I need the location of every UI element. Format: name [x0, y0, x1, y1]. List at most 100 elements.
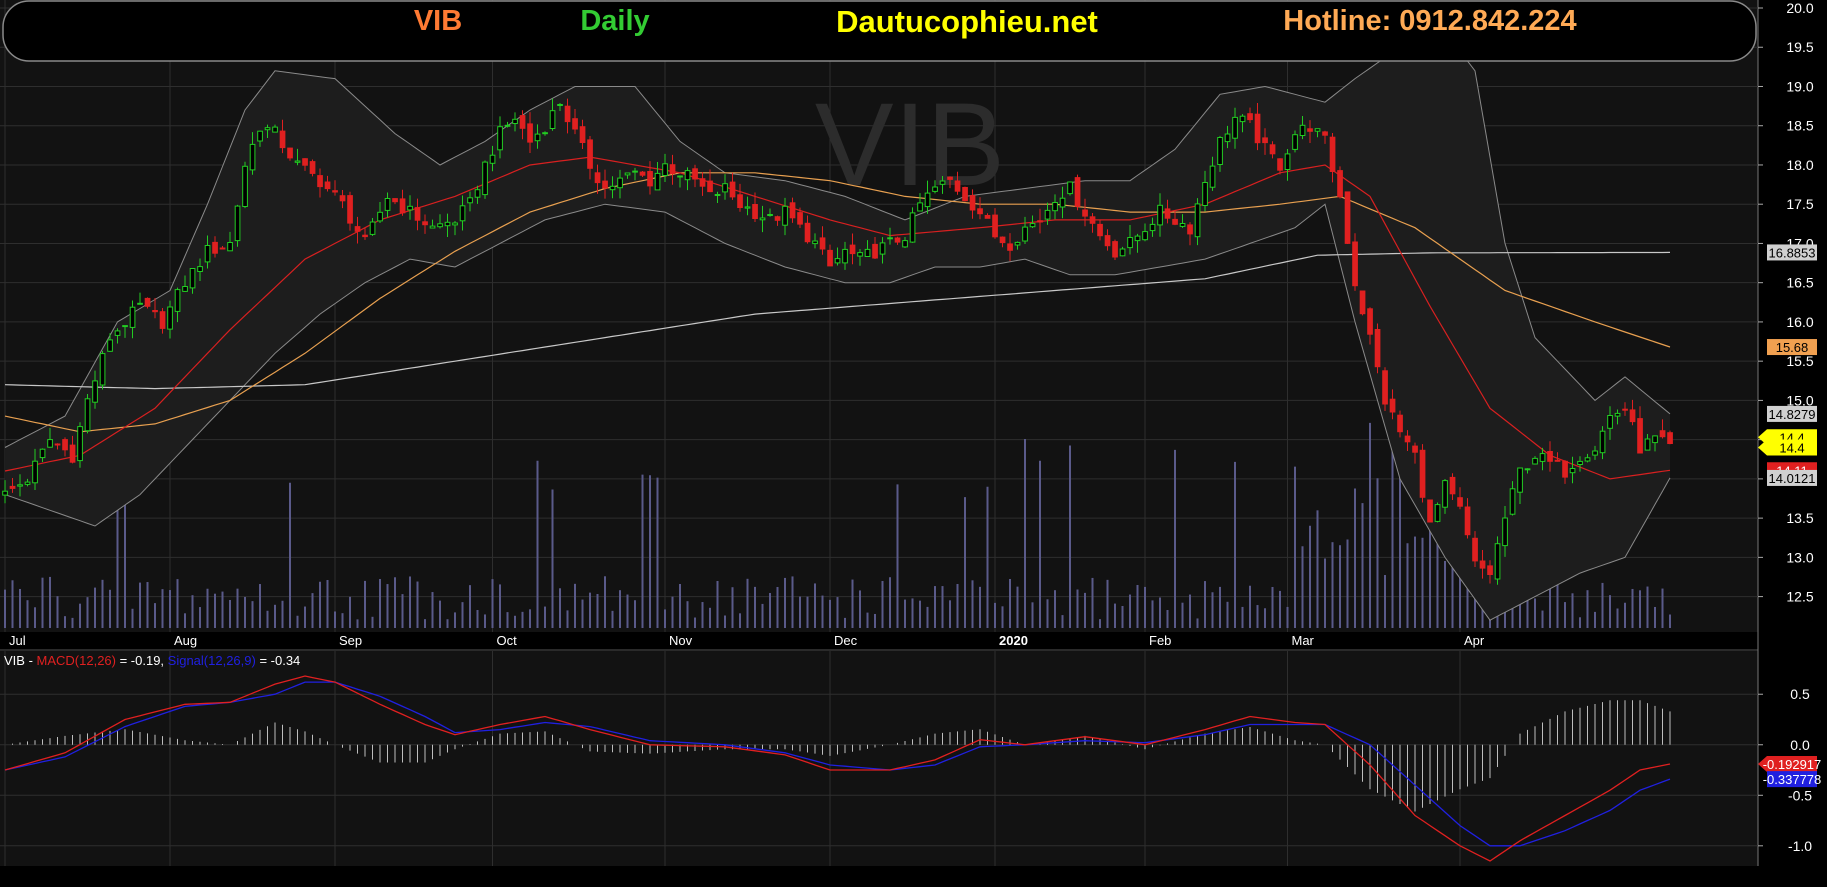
price-tick-label: 18.0	[1786, 157, 1813, 173]
candle-up	[1194, 203, 1201, 238]
candle-down	[9, 485, 16, 489]
macd-legend-prefix: VIB -	[4, 653, 37, 668]
candle-down	[1097, 223, 1103, 237]
candle-down	[212, 241, 218, 254]
candle-down	[324, 181, 331, 190]
candle-down	[789, 202, 796, 219]
candle-up	[1044, 209, 1051, 220]
candle-down	[999, 236, 1006, 244]
candle-down	[797, 212, 803, 225]
candle-up	[1052, 202, 1058, 212]
candle-down	[1337, 170, 1343, 198]
candle-down	[977, 208, 983, 215]
candle-up	[722, 183, 728, 193]
candle-up	[1029, 223, 1036, 228]
candle-up	[32, 460, 38, 484]
price-tick-label: 16.0	[1786, 314, 1813, 330]
candle-down	[1352, 241, 1358, 287]
price-tick-label: 12.5	[1786, 589, 1813, 605]
candle-down	[602, 180, 608, 189]
candle-down	[669, 164, 676, 174]
candle-up	[377, 211, 383, 222]
candle-down	[1629, 409, 1636, 423]
candle-down	[1269, 144, 1276, 155]
candle-up	[1059, 197, 1066, 208]
candle-down	[54, 443, 61, 446]
date-tick-label: Aug	[174, 633, 197, 648]
candle-down	[1187, 224, 1193, 235]
candle-up	[174, 289, 181, 312]
candle-down	[527, 123, 533, 143]
period-title: Daily	[580, 5, 649, 37]
candle-up	[294, 160, 301, 163]
candle-down	[339, 195, 346, 202]
macd-last-value-label: -0.192917	[1763, 757, 1822, 772]
candle-up	[857, 252, 863, 257]
candle-up	[1614, 412, 1621, 417]
candle-up	[1607, 415, 1613, 429]
candle-up	[39, 448, 46, 459]
candle-up	[1067, 181, 1073, 195]
candle-down	[849, 244, 856, 255]
candle-down	[1172, 218, 1178, 225]
macd-tick-label: -0.5	[1788, 787, 1812, 803]
candle-down	[219, 247, 226, 250]
candle-up	[47, 439, 53, 448]
candle-up	[1224, 133, 1231, 143]
candle-down	[984, 215, 991, 219]
candle-up	[1314, 128, 1321, 132]
macd-panel	[0, 651, 1758, 866]
candle-down	[152, 310, 158, 313]
candle-up	[842, 248, 848, 264]
candle-down	[1089, 216, 1096, 224]
macd-tick-label: -1.0	[1788, 838, 1812, 854]
candle-up	[939, 180, 946, 185]
candle-up	[782, 205, 788, 226]
candle-down	[639, 171, 646, 176]
price-tick-label: 19.5	[1786, 39, 1813, 55]
candle-up	[759, 217, 766, 221]
candle-up	[654, 172, 661, 191]
candle-down	[707, 180, 713, 193]
candle-up	[512, 118, 518, 125]
candle-down	[519, 115, 526, 129]
macd-legend-value: = -0.19,	[116, 653, 168, 668]
price-tick-label: 17.5	[1786, 196, 1813, 212]
candle-down	[159, 311, 166, 329]
candle-up	[617, 177, 623, 189]
candle-up	[1524, 468, 1531, 471]
candle-down	[1479, 560, 1486, 569]
candle-down	[1344, 191, 1351, 244]
candle-up	[714, 194, 721, 196]
signal-last-value-label: -0.337778	[1763, 772, 1822, 787]
candle-up	[1569, 468, 1576, 474]
candle-up	[407, 205, 413, 211]
watermark-text: VIB	[815, 79, 1005, 211]
candle-down	[62, 439, 68, 451]
candle-up	[234, 205, 241, 242]
candle-up	[1232, 116, 1238, 139]
candle-up	[84, 398, 91, 432]
candle-down	[804, 222, 811, 243]
candle-down	[962, 187, 968, 202]
candle-down	[309, 161, 316, 174]
price-tick-label: 18.5	[1786, 118, 1813, 134]
candle-down	[894, 237, 901, 243]
candle-up	[549, 110, 556, 129]
candle-down	[1254, 113, 1261, 144]
candle-down	[819, 237, 826, 250]
price-tick-label: 13.0	[1786, 549, 1813, 565]
candle-down	[347, 195, 353, 224]
candle-up	[534, 133, 541, 142]
price-tick-label: 19.0	[1786, 78, 1813, 94]
candle-up	[167, 306, 173, 330]
candle-up	[1577, 460, 1583, 465]
candle-up	[489, 154, 496, 164]
date-tick-label: Apr	[1464, 633, 1485, 648]
date-tick-label: Oct	[497, 633, 518, 648]
hotline-title: Hotline: 0912.842.224	[1283, 5, 1576, 37]
candle-up	[1202, 182, 1208, 206]
candle-up	[887, 237, 893, 240]
candle-up	[1284, 153, 1291, 170]
candle-down	[1472, 537, 1478, 562]
